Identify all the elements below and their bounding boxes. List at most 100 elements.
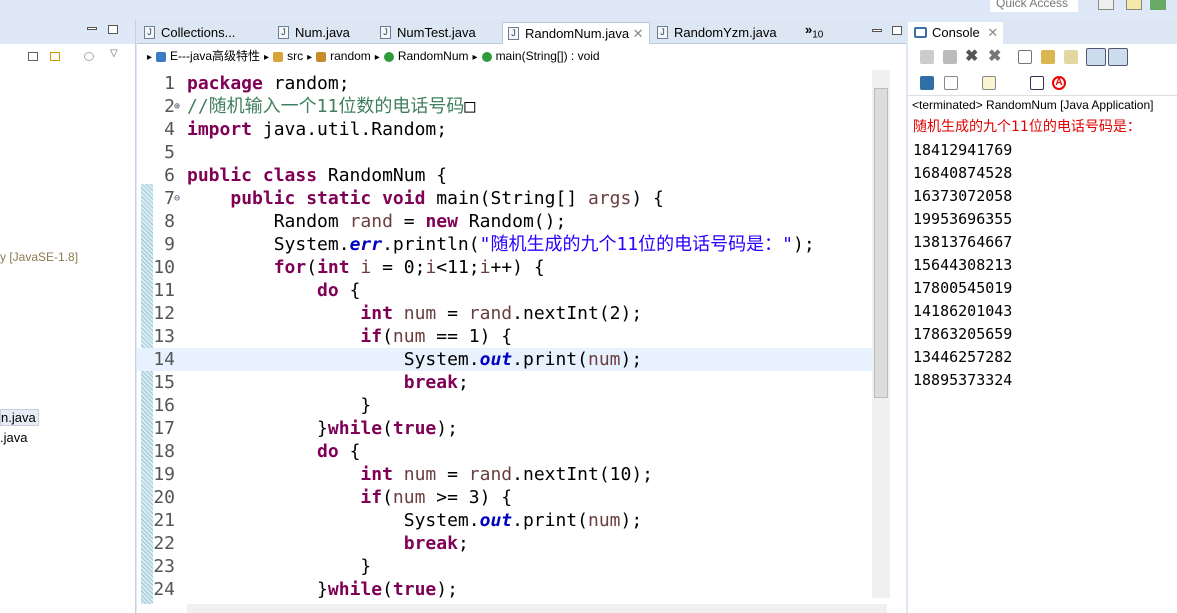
minimize-icon[interactable] [87,27,97,30]
code-line[interactable]: 14 System.out.print(num); [137,348,872,371]
code-token: int [360,464,393,485]
code-line[interactable]: 18 do { [137,440,872,463]
code-line[interactable]: 2 ⊕ //随机输入一个11位数的电话号码□ [137,95,872,118]
code-token: ( [306,257,318,278]
quick-access-input[interactable]: Quick Access [990,0,1078,12]
tree-item-file[interactable]: n.java [0,409,39,426]
code-line[interactable]: 23 } [137,555,872,578]
remove-launch-icon[interactable]: ✖ [965,49,979,65]
expand-fold-icon[interactable]: ⊕ [174,95,180,118]
console-view: Console ✕ ✖ ✖ A <terminated> RandomNum [… [908,20,1177,613]
new-console-icon[interactable] [982,76,996,90]
pin-icon[interactable] [920,50,934,64]
code-token: RandomNum { [317,165,448,186]
tab-randomyzm-java[interactable]: J RandomYzm.java [652,22,782,44]
minimize-icon[interactable] [872,29,882,32]
code-line[interactable]: 16 } [137,394,872,417]
code-line[interactable]: 20 if(num >= 3) { [137,486,872,509]
tree-item-jre[interactable]: y [JavaSE-1.8] [0,250,78,264]
open-perspective-icon[interactable] [1098,0,1114,10]
line-number: 21 [153,510,175,531]
close-icon[interactable]: ✕ [987,25,998,40]
maximize-icon[interactable] [892,26,902,35]
breadcrumb-item[interactable]: src [287,49,303,63]
code-token: "随机生成的九个11位的电话号码是：" [479,234,793,255]
code-line[interactable]: 15 break; [137,371,872,394]
collapse-fold-icon[interactable]: ⊖ [174,187,180,210]
code-text: public class RandomNum { [187,164,447,187]
code-text: }while(true); [187,417,458,440]
code-line[interactable]: 6 public class RandomNum { [137,164,872,187]
tree-item-label: y [JavaSE-1.8] [0,250,79,264]
console-output-line: 16840874528 [913,164,1013,182]
tab-console[interactable]: Console ✕ [908,22,1003,44]
maximize-icon[interactable] [108,25,118,34]
scroll-lock-icon[interactable] [1041,50,1055,64]
scrollbar-thumb[interactable] [874,88,888,398]
code-line[interactable]: 4 import java.util.Random; [137,118,872,141]
breadcrumb-arrow-icon[interactable]: ▸ [375,52,380,63]
close-icon[interactable]: ✕ [629,26,644,41]
code-token: ); [436,579,458,598]
code-line[interactable]: 1 package random; [137,72,872,95]
console-output[interactable]: 随机生成的九个11位的电话号码是： 18412941769 16840874528… [913,116,1141,392]
console-output-line: 18895373324 [913,371,1013,389]
line-number: 23 [153,556,175,577]
code-line[interactable]: 12 int num = rand.nextInt(2); [137,302,872,325]
breadcrumb-item[interactable]: RandomNum [398,49,469,63]
breadcrumb-arrow-icon[interactable]: ▸ [307,52,312,63]
console-output-line: 15644308213 [913,256,1013,274]
code-line[interactable]: 5 [137,141,872,164]
open-console-icon[interactable] [944,76,958,90]
tab-collections-[interactable]: J Collections... [139,22,259,44]
filter-icon[interactable] [84,52,94,61]
java-perspective-icon[interactable] [1126,0,1142,10]
vertical-scrollbar[interactable] [872,70,890,598]
code-token: ; [457,533,469,554]
code-area[interactable]: 1 package random; 2 ⊕ //随机输入一个11位数的电话号码□ 4 imp… [137,70,872,598]
ascii-icon[interactable]: A [1052,76,1066,90]
breadcrumb-item[interactable]: random [330,49,371,63]
code-line[interactable]: 24 }while(true); [137,578,872,598]
collapse-all-icon[interactable] [28,52,38,61]
code-text: Random rand = new Random(); [187,210,567,233]
more-tabs-button[interactable]: »10 [805,22,823,41]
debug-perspective-icon[interactable] [1150,0,1166,10]
code-line[interactable]: 19 int num = rand.nextInt(10); [137,463,872,486]
clear-console-icon[interactable] [1018,50,1032,64]
code-line[interactable]: 22 break; [137,532,872,555]
code-line[interactable]: 8 Random rand = new Random(); [137,210,872,233]
code-line[interactable]: 10 for(int i = 0;i<11;i++) { [137,256,872,279]
code-line[interactable]: 11 do { [137,279,872,302]
tree-item-file[interactable]: .java [0,430,27,445]
breadcrumb-arrow-icon[interactable]: ▸ [473,52,478,63]
code-line[interactable]: 7 ⊖ public static void main(String[] args… [137,187,872,210]
code-line[interactable]: 21 System.out.print(num); [137,509,872,532]
display-console-icon[interactable] [920,76,934,90]
tab-randomnum-java[interactable]: J RandomNum.java ✕ [502,22,650,44]
remove-all-icon[interactable]: ✖ [988,49,1002,65]
code-line[interactable]: 17 }while(true); [137,417,872,440]
breadcrumb-arrow-icon[interactable]: ▸ [264,52,269,63]
breadcrumb-item[interactable]: E---java高级特性 [170,49,260,63]
link-editor-icon[interactable] [50,52,60,61]
java-file-icon: J [278,26,289,39]
word-wrap-icon[interactable] [1064,50,1078,64]
code-line[interactable]: 13 if(num == 1) { [137,325,872,348]
breadcrumb-item[interactable]: main(String[]) : void [496,49,600,63]
code-token: args [588,188,632,209]
code-line[interactable]: 9 System.err.println("随机生成的九个11位的电话号码是："… [137,233,872,256]
tab-numtest-java[interactable]: J NumTest.java [375,22,476,44]
terminate-icon[interactable] [943,50,957,64]
view-menu-icon[interactable]: ▽ [110,48,118,59]
horizontal-scrollbar[interactable] [187,604,887,613]
show-on-stdout-icon[interactable] [1086,48,1106,66]
tab-num-java[interactable]: J Num.java [273,22,368,44]
breadcrumb-arrow-icon[interactable]: ▸ [147,52,152,63]
show-on-stderr-icon[interactable] [1108,48,1128,66]
properties-icon[interactable] [1030,76,1044,90]
